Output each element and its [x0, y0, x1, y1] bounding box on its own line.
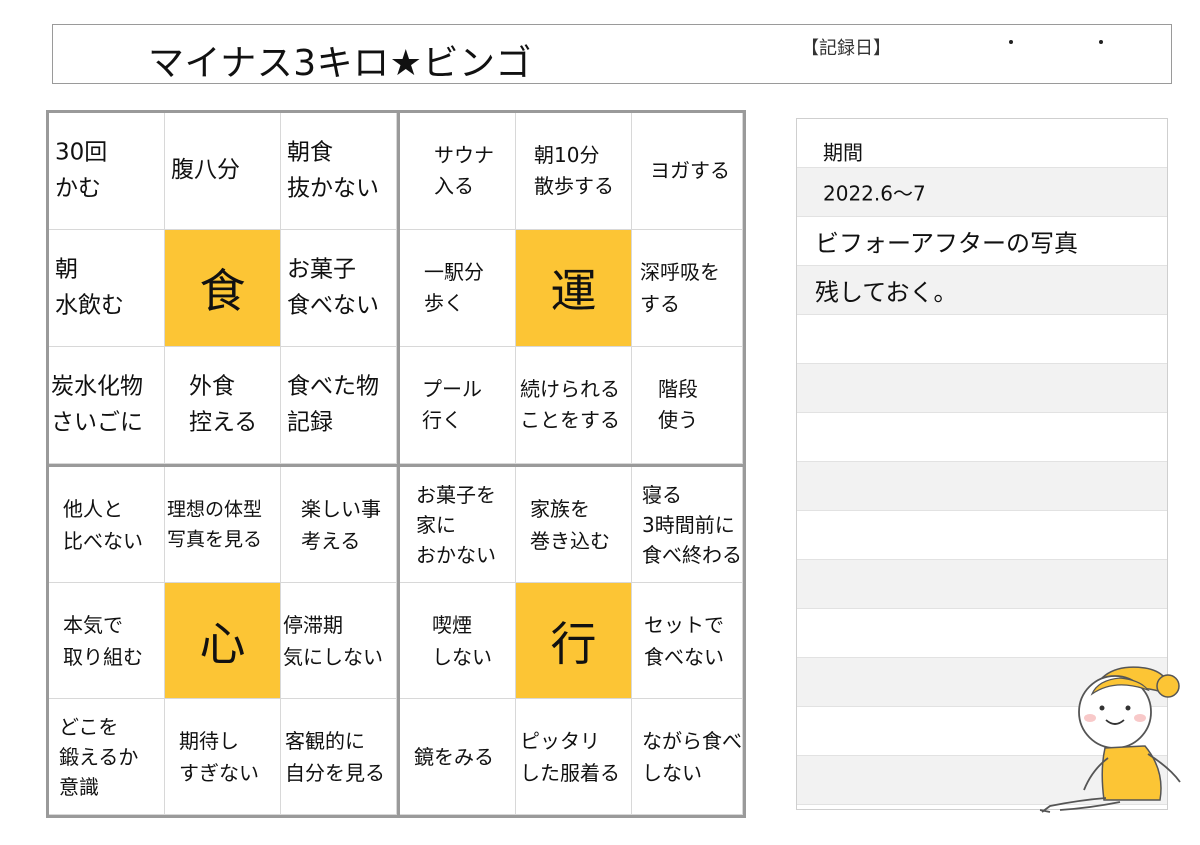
bingo-cell[interactable]: お菓子 食べない: [281, 230, 397, 347]
header-box: マイナス3キロ★ビンゴ 【記録日】: [52, 24, 1172, 84]
quadrant-divider-horizontal: [49, 464, 743, 467]
period-label: 期間: [823, 140, 863, 165]
cell-text: 一駅分 歩く: [424, 260, 484, 315]
center-label: 食: [199, 264, 246, 318]
note-line[interactable]: [797, 364, 1167, 413]
bingo-cell[interactable]: 30回 かむ: [49, 113, 165, 230]
period-value-row[interactable]: 2022.6〜7: [797, 168, 1167, 217]
note-line[interactable]: 残しておく。: [797, 266, 1167, 315]
center-label: 運: [550, 264, 597, 318]
cell-text: 外食 控える: [189, 373, 258, 435]
cell-text: 客観的に 自分を見る: [285, 728, 385, 785]
cell-text: 食べた物 記録: [287, 373, 379, 435]
period-label-row: 期間: [797, 119, 1167, 168]
period-value: 2022.6〜7: [823, 181, 926, 206]
bingo-cell[interactable]: 腹八分: [165, 113, 281, 230]
bingo-cell[interactable]: ながら食べ しない: [632, 699, 743, 815]
bingo-cell[interactable]: どこを 鍛えるか 意識: [49, 699, 165, 815]
cell-text: 本気で 取り組む: [63, 612, 143, 669]
cell-text: ながら食べ しない: [642, 728, 742, 785]
cell-text: サウナ 入る: [434, 143, 494, 198]
cell-text: 停滞期 気にしない: [283, 612, 383, 669]
center-cell-food: 食: [165, 230, 281, 347]
center-label: 心: [199, 616, 246, 671]
sitting-character-illustration: [1039, 666, 1181, 813]
cell-text: 続けられる ことをする: [520, 377, 620, 432]
bingo-cell[interactable]: 続けられる ことをする: [516, 347, 632, 464]
cell-text: お菓子 食べない: [287, 256, 379, 318]
cell-text: 楽しい事 考える: [301, 496, 381, 553]
bingo-cell[interactable]: 期待し すぎない: [165, 699, 281, 815]
cell-text: 他人と 比べない: [63, 496, 143, 553]
cell-text: 深呼吸を する: [640, 260, 720, 316]
cell-text: ピッタリ した服着る: [520, 728, 620, 785]
bingo-cell[interactable]: 本気で 取り組む: [49, 583, 165, 699]
bingo-cell[interactable]: 食べた物 記録: [281, 347, 397, 464]
bingo-cell[interactable]: 家族を 巻き込む: [516, 467, 632, 583]
bingo-cell[interactable]: 喫煙 しない: [400, 583, 516, 699]
bingo-cell[interactable]: 他人と 比べない: [49, 467, 165, 583]
bingo-cell[interactable]: 朝食 抜かない: [281, 113, 397, 230]
cell-text: 家族を 巻き込む: [530, 496, 610, 553]
cell-text: 鏡をみる: [414, 744, 494, 769]
center-label: 行: [550, 616, 597, 671]
bingo-cell[interactable]: プール 行く: [400, 347, 516, 464]
cell-text: お菓子を 家に おかない: [416, 482, 496, 567]
center-cell-exercise: 運: [516, 230, 632, 347]
bingo-cell[interactable]: 楽しい事 考える: [281, 467, 397, 583]
cell-text: 期待し すぎない: [179, 728, 259, 785]
cell-text: 階段 使う: [658, 377, 698, 432]
date-separator-dot: [1099, 40, 1103, 44]
bingo-cell[interactable]: 階段 使う: [632, 347, 743, 464]
cell-text: プール 行く: [422, 377, 482, 432]
note-text: 残しておく。: [815, 278, 958, 307]
bingo-cell[interactable]: ヨガする: [632, 113, 743, 230]
cell-text: 朝食 抜かない: [287, 139, 379, 201]
cell-text: 朝10分 散歩する: [534, 143, 614, 198]
center-cell-mind: 心: [165, 583, 281, 699]
cell-text: 30回 かむ: [55, 139, 108, 201]
record-date-label: 【記録日】: [801, 38, 891, 59]
cell-text: 喫煙 しない: [432, 612, 492, 669]
bingo-cell[interactable]: ピッタリ した服着る: [516, 699, 632, 815]
bingo-cell[interactable]: お菓子を 家に おかない: [400, 467, 516, 583]
cell-text: セットで 食べない: [644, 612, 724, 669]
note-line[interactable]: [797, 560, 1167, 609]
bingo-cell[interactable]: 朝10分 散歩する: [516, 113, 632, 230]
bingo-cell[interactable]: セットで 食べない: [632, 583, 743, 699]
note-line[interactable]: [797, 462, 1167, 511]
note-text: ビフォーアフターの写真: [815, 229, 1079, 258]
bingo-cell[interactable]: 客観的に 自分を見る: [281, 699, 397, 815]
note-line[interactable]: [797, 413, 1167, 462]
bingo-cell[interactable]: 寝る 3時間前に 食べ終わる: [632, 467, 743, 583]
cell-text: 朝 水飲む: [55, 256, 124, 318]
bingo-cell[interactable]: 朝 水飲む: [49, 230, 165, 347]
cell-text: 腹八分: [171, 157, 240, 184]
note-line[interactable]: ビフォーアフターの写真: [797, 217, 1167, 266]
cell-text: ヨガする: [650, 158, 730, 183]
bingo-cell[interactable]: 一駅分 歩く: [400, 230, 516, 347]
cell-text: 理想の体型 写真を見る: [167, 498, 263, 551]
note-line[interactable]: [797, 315, 1167, 364]
cell-text: 炭水化物 さいごに: [51, 373, 143, 435]
bingo-cell[interactable]: 停滞期 気にしない: [281, 583, 397, 699]
cell-text: 寝る 3時間前に 食べ終わる: [642, 482, 742, 567]
cell-text: どこを 鍛えるか 意識: [59, 714, 139, 799]
date-separator-dot: [1009, 40, 1013, 44]
bingo-cell[interactable]: 理想の体型 写真を見る: [165, 467, 281, 583]
bingo-cell[interactable]: 外食 控える: [165, 347, 281, 464]
bingo-cell[interactable]: 炭水化物 さいごに: [49, 347, 165, 464]
bingo-cell[interactable]: サウナ 入る: [400, 113, 516, 230]
bingo-grid: 30回 かむ 腹八分 朝食 抜かない 朝 水飲む 食 お菓子 食べない 炭水化物…: [46, 110, 746, 818]
center-cell-action: 行: [516, 583, 632, 699]
bingo-cell[interactable]: 鏡をみる: [400, 699, 516, 815]
bingo-cell[interactable]: 深呼吸を する: [632, 230, 743, 347]
note-line[interactable]: [797, 511, 1167, 560]
page-title: マイナス3キロ★ビンゴ: [148, 43, 532, 84]
